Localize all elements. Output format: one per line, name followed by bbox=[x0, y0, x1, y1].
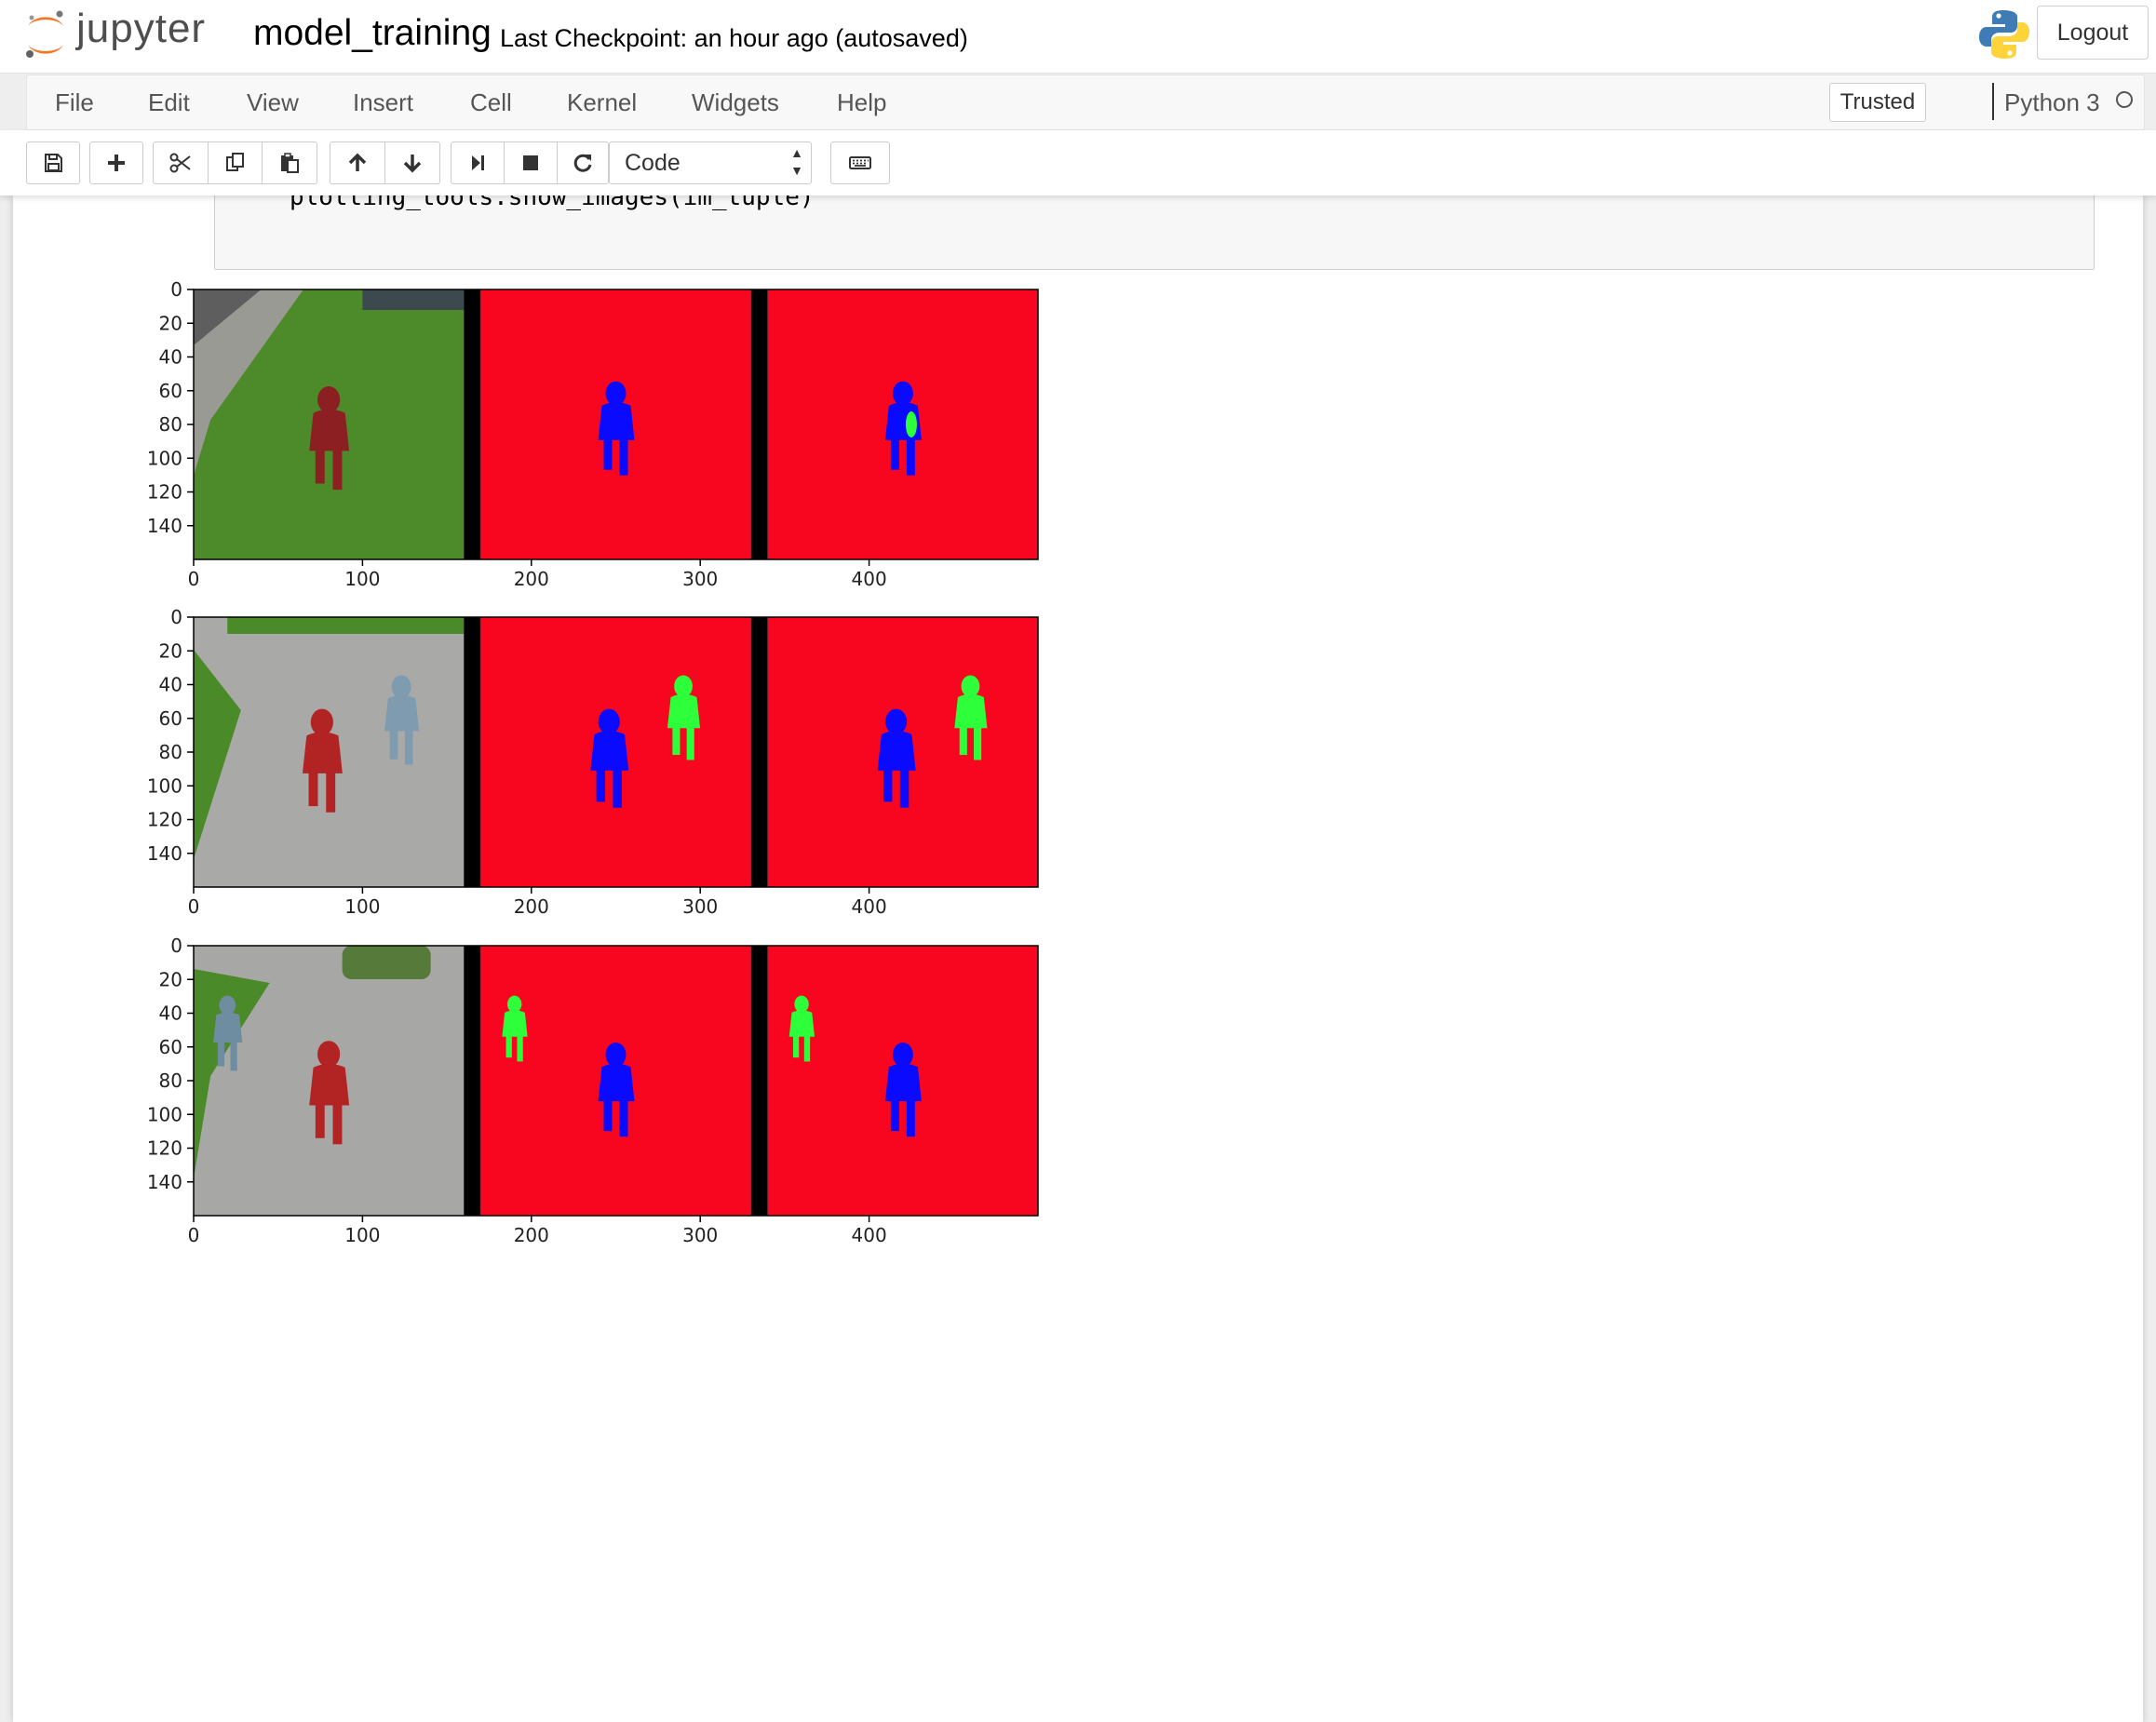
trusted-badge[interactable]: Trusted bbox=[1829, 83, 1926, 122]
y-tick-label: 100 bbox=[147, 774, 182, 797]
y-tick-label: 120 bbox=[147, 1137, 182, 1160]
panel-separator bbox=[750, 289, 768, 559]
menu-widgets[interactable]: Widgets bbox=[692, 88, 779, 117]
move-down-button[interactable] bbox=[384, 141, 440, 184]
x-tick-label: 0 bbox=[188, 1224, 200, 1246]
menu-insert[interactable]: Insert bbox=[353, 88, 413, 117]
run-button[interactable] bbox=[451, 141, 505, 184]
x-tick-label: 100 bbox=[344, 895, 380, 918]
y-tick-label: 80 bbox=[159, 741, 182, 763]
select-arrows-icon: ▲ ▼ bbox=[790, 145, 803, 178]
cell-type-value: Code bbox=[625, 150, 680, 176]
add-cell-button[interactable] bbox=[89, 141, 143, 184]
grass-top bbox=[227, 617, 465, 634]
run-icon bbox=[472, 155, 484, 170]
x-tick-label: 200 bbox=[514, 895, 549, 918]
save-button[interactable] bbox=[26, 141, 80, 184]
panel-separator bbox=[750, 946, 768, 1216]
jupyter-logo-icon[interactable] bbox=[24, 9, 67, 60]
stop-icon bbox=[523, 155, 538, 170]
jupyter-logo-text[interactable]: jupyter bbox=[76, 6, 206, 52]
y-tick-label: 40 bbox=[159, 674, 182, 696]
y-tick-label: 20 bbox=[159, 968, 182, 990]
output-plots: 0204060801001201400 100 200 300 400020406080… bbox=[147, 278, 1039, 1246]
y-tick-label: 40 bbox=[159, 346, 182, 369]
y-tick-label: 120 bbox=[147, 481, 182, 504]
y-tick-label: 40 bbox=[159, 1002, 182, 1025]
y-tick-label: 140 bbox=[147, 842, 182, 865]
menu-cell[interactable]: Cell bbox=[470, 88, 512, 117]
y-tick-label: 140 bbox=[147, 515, 182, 537]
panel-separator bbox=[464, 289, 481, 559]
panel-separator bbox=[464, 946, 481, 1216]
copy-button[interactable] bbox=[208, 141, 263, 184]
logout-button[interactable]: Logout bbox=[2037, 6, 2149, 60]
paste-button[interactable] bbox=[262, 141, 317, 184]
x-tick-label: 100 bbox=[344, 1224, 380, 1246]
predicted-noise bbox=[905, 411, 917, 437]
y-tick-label: 100 bbox=[147, 447, 182, 469]
x-tick-label: 100 bbox=[344, 568, 380, 590]
move-up-button[interactable] bbox=[330, 141, 385, 184]
planter bbox=[342, 946, 431, 979]
x-tick-label: 400 bbox=[852, 568, 887, 590]
y-tick-label: 120 bbox=[147, 809, 182, 831]
y-tick-label: 60 bbox=[159, 707, 182, 730]
y-tick-label: 140 bbox=[147, 1171, 182, 1193]
menu-bar: File Edit View Insert Cell Kernel Widget… bbox=[26, 74, 2145, 130]
cut-button[interactable] bbox=[153, 141, 209, 184]
x-tick-label: 300 bbox=[682, 895, 718, 918]
y-tick-label: 20 bbox=[159, 312, 182, 334]
y-tick-label: 0 bbox=[170, 606, 182, 628]
y-tick-label: 0 bbox=[170, 278, 182, 301]
menu-view[interactable]: View bbox=[247, 88, 299, 117]
add-cell-icon bbox=[108, 155, 125, 171]
x-tick-label: 0 bbox=[188, 568, 200, 590]
wall bbox=[362, 289, 465, 310]
x-tick-label: 0 bbox=[188, 895, 200, 918]
kernel-name[interactable]: Python 3 bbox=[2004, 88, 2100, 117]
move-up-icon bbox=[348, 153, 367, 171]
y-tick-label: 60 bbox=[159, 1036, 182, 1058]
menu-edit[interactable]: Edit bbox=[148, 88, 190, 117]
y-tick-label: 60 bbox=[159, 380, 182, 402]
x-tick-label: 200 bbox=[514, 1224, 549, 1246]
python-logo-icon bbox=[1979, 10, 2029, 59]
toolbar: Code ▲ ▼ bbox=[0, 130, 2156, 195]
notebook-title[interactable]: model_training bbox=[253, 13, 492, 54]
save-icon bbox=[45, 154, 62, 172]
kernel-idle-icon bbox=[2116, 91, 2133, 108]
x-tick-label: 400 bbox=[852, 1224, 887, 1246]
kernel-separator bbox=[1992, 83, 1994, 120]
x-tick-label: 400 bbox=[852, 895, 887, 918]
paste-icon bbox=[281, 153, 299, 173]
y-tick-label: 100 bbox=[147, 1103, 182, 1125]
menu-help[interactable]: Help bbox=[837, 88, 886, 117]
keyboard-icon bbox=[849, 156, 871, 169]
y-tick-label: 0 bbox=[170, 935, 182, 957]
x-tick-label: 300 bbox=[682, 1224, 718, 1246]
panel-separator bbox=[464, 617, 481, 887]
interrupt-button[interactable] bbox=[504, 141, 558, 184]
notebook-header: jupyter model_training Last Checkpoint: … bbox=[0, 0, 2156, 74]
menu-kernel[interactable]: Kernel bbox=[567, 88, 637, 117]
menu-file[interactable]: File bbox=[55, 88, 94, 117]
checkpoint-status: Last Checkpoint: an hour ago (autosaved) bbox=[500, 24, 968, 52]
restart-button[interactable] bbox=[557, 141, 609, 184]
y-tick-label: 20 bbox=[159, 639, 182, 662]
y-tick-label: 80 bbox=[159, 413, 182, 436]
x-tick-label: 300 bbox=[682, 568, 718, 590]
copy-icon bbox=[225, 153, 244, 171]
notebook-container: plotting_tools.show_images(im_tuple) 0 20… bbox=[13, 195, 2143, 1722]
cell-type-select[interactable]: Code ▲ ▼ bbox=[609, 141, 812, 184]
keyboard-shortcuts-button[interactable] bbox=[830, 141, 890, 184]
move-down-icon bbox=[403, 155, 422, 173]
restart-icon bbox=[573, 154, 592, 172]
y-tick-label: 80 bbox=[159, 1070, 182, 1092]
panel-separator bbox=[750, 617, 768, 887]
x-tick-label: 200 bbox=[514, 568, 549, 590]
cut-icon bbox=[169, 153, 191, 173]
